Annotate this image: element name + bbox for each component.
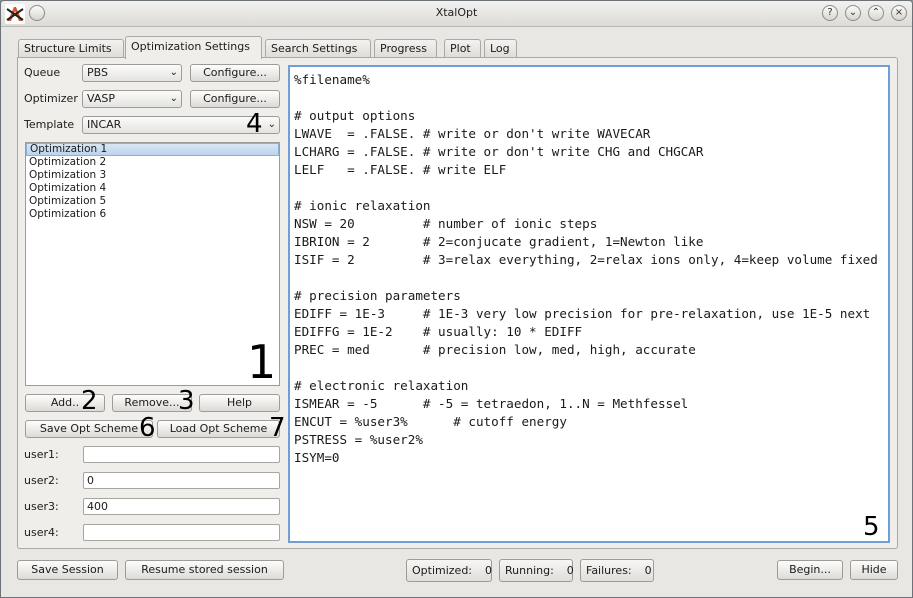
marker-3: 3: [178, 386, 195, 416]
hide-button[interactable]: Hide: [850, 560, 898, 580]
tab-label: Search Settings: [271, 42, 358, 55]
tab-optimization-settings[interactable]: Optimization Settings: [125, 36, 262, 59]
optimizer-value: VASP: [87, 92, 115, 105]
queue-label: Queue: [24, 66, 61, 79]
begin-button[interactable]: Begin...: [777, 560, 843, 580]
tab-plot[interactable]: Plot: [444, 39, 481, 58]
xtalopt-window: XtalOpt ? ⌄ ⌃ × Structure Limits Optimiz…: [0, 0, 913, 598]
running-count: 0: [566, 564, 574, 577]
queue-value: PBS: [87, 66, 108, 79]
failures-status: Failures: 0: [580, 559, 654, 582]
optimizer-configure-button[interactable]: Configure...: [190, 90, 280, 108]
user4-label: user4:: [24, 526, 59, 539]
queue-configure-button[interactable]: Configure...: [190, 64, 280, 82]
chevron-down-icon: ⌄: [267, 119, 276, 130]
marker-5: 5: [863, 512, 880, 542]
tab-label: Progress: [380, 42, 427, 55]
marker-7: 7: [269, 413, 286, 443]
template-label: Template: [24, 118, 75, 131]
failures-count: 0: [644, 564, 652, 577]
queue-combo[interactable]: PBS ⌄: [82, 64, 182, 82]
template-editor[interactable]: %filename% # output options LWAVE = .FAL…: [288, 65, 890, 543]
chevron-down-icon: ⌄: [169, 67, 178, 78]
chevron-up-icon[interactable]: ⌃: [868, 5, 884, 21]
window-title: XtalOpt: [435, 6, 478, 19]
running-status: Running: 0: [499, 559, 574, 582]
tab-label: Plot: [450, 42, 471, 55]
user3-field[interactable]: 400: [83, 498, 280, 515]
marker-6: 6: [139, 413, 156, 443]
optimized-label: Optimized:: [412, 564, 473, 577]
template-value: INCAR: [87, 118, 122, 131]
marker-4: 4: [246, 109, 263, 139]
list-item[interactable]: Optimization 3: [26, 169, 279, 182]
tab-search-settings[interactable]: Search Settings: [265, 39, 371, 58]
title-bar: XtalOpt ? ⌄ ⌃ ×: [1, 1, 912, 27]
optimization-list[interactable]: Optimization 1 Optimization 2 Optimizati…: [25, 142, 280, 386]
tab-label: Structure Limits: [24, 42, 112, 55]
list-item[interactable]: Optimization 4: [26, 182, 279, 195]
marker-2: 2: [81, 386, 98, 416]
user1-label: user1:: [24, 448, 59, 461]
user2-field[interactable]: 0: [83, 472, 280, 489]
optimizer-label: Optimizer: [24, 92, 78, 105]
tab-log[interactable]: Log: [484, 39, 517, 58]
load-opt-scheme-button[interactable]: Load Opt Scheme: [157, 420, 280, 438]
optimized-status: Optimized: 0: [406, 559, 492, 582]
chevron-down-icon[interactable]: ⌄: [845, 5, 861, 21]
save-session-button[interactable]: Save Session: [17, 560, 118, 580]
list-item[interactable]: Optimization 1: [26, 143, 279, 156]
list-item[interactable]: Optimization 6: [26, 208, 279, 221]
help-icon[interactable]: ?: [822, 5, 838, 21]
user1-field[interactable]: [83, 446, 280, 463]
running-label: Running:: [505, 564, 554, 577]
marker-1: 1: [247, 335, 277, 389]
tab-label: Optimization Settings: [131, 40, 250, 53]
failures-label: Failures:: [586, 564, 632, 577]
tab-label: Log: [490, 42, 510, 55]
help-button[interactable]: Help: [199, 394, 280, 412]
tab-progress[interactable]: Progress: [374, 39, 437, 58]
save-opt-scheme-button[interactable]: Save Opt Scheme: [25, 420, 153, 438]
close-icon[interactable]: ×: [891, 5, 907, 21]
user2-label: user2:: [24, 474, 59, 487]
optimizer-combo[interactable]: VASP ⌄: [82, 90, 182, 108]
tab-structure-limits[interactable]: Structure Limits: [18, 39, 124, 58]
list-item[interactable]: Optimization 5: [26, 195, 279, 208]
template-text[interactable]: %filename% # output options LWAVE = .FAL…: [290, 67, 888, 471]
resume-session-button[interactable]: Resume stored session: [125, 560, 284, 580]
user3-label: user3:: [24, 500, 59, 513]
chevron-down-icon: ⌄: [169, 93, 178, 104]
user4-field[interactable]: [83, 524, 280, 541]
optimized-count: 0: [485, 564, 493, 577]
list-item[interactable]: Optimization 2: [26, 156, 279, 169]
